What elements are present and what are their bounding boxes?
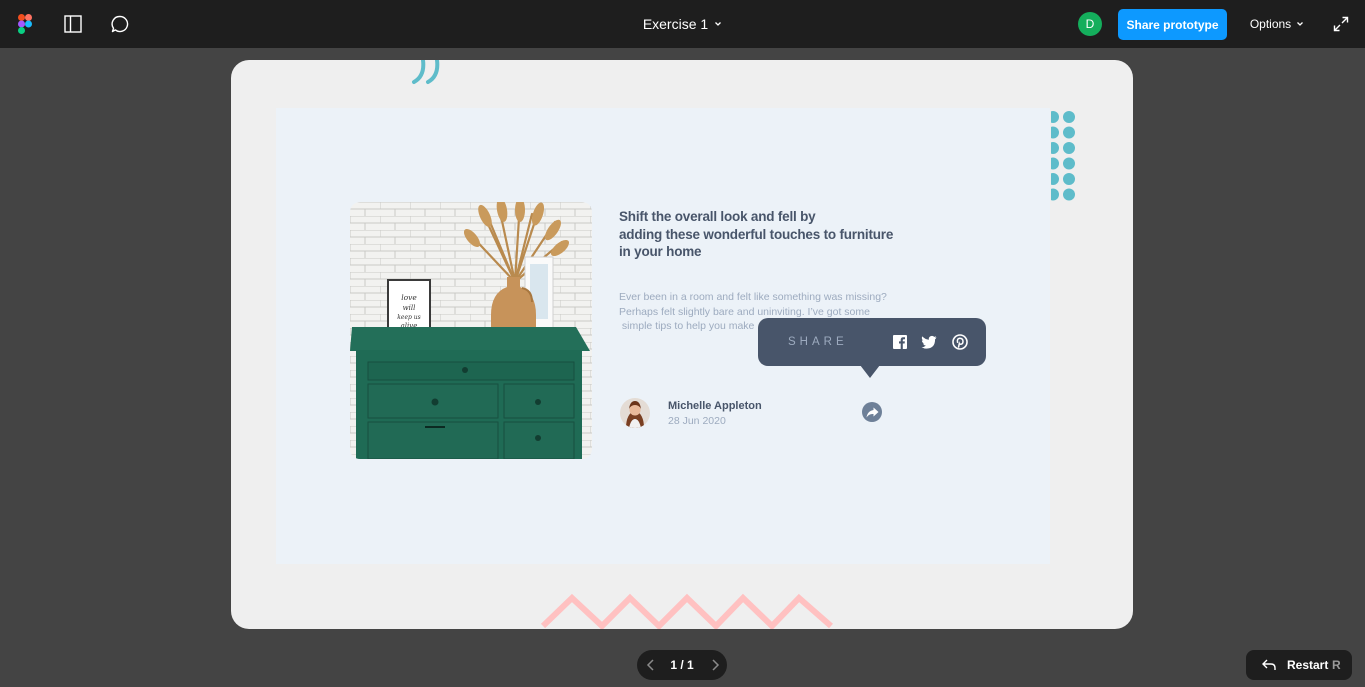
page-indicator: 1 / 1 (670, 658, 694, 672)
options-dropdown[interactable]: Options (1244, 12, 1310, 36)
chevron-left-icon[interactable] (643, 657, 659, 673)
options-label: Options (1249, 17, 1292, 31)
author-name: Michelle Appleton (668, 400, 762, 412)
share-arrow-icon (866, 407, 878, 417)
excerpt-line: Perhaps felt slightly bare and uninvitin… (619, 305, 870, 318)
user-avatar[interactable]: D (1078, 12, 1102, 36)
sidebar-panel-icon[interactable] (64, 15, 82, 33)
quote-marks-decoration (412, 60, 440, 84)
prototype-frame: love will keep us alive Shift the overal… (231, 60, 1133, 629)
headline-line: in your home (619, 244, 702, 259)
svg-text:love: love (401, 293, 417, 302)
chevron-down-icon (1297, 22, 1304, 26)
headline-line: adding these wonderful touches to furnit… (619, 226, 894, 242)
share-label: SHARE (788, 336, 848, 348)
excerpt-line: Ever been in a room and felt like someth… (619, 291, 887, 303)
file-title-dropdown[interactable]: Exercise 1 (600, 12, 765, 36)
chevron-down-icon (715, 22, 722, 26)
facebook-icon[interactable] (892, 334, 908, 350)
article-date: 28 Jun 2020 (668, 415, 726, 427)
svg-text:keep us: keep us (397, 314, 420, 321)
file-title: Exercise 1 (642, 16, 709, 32)
comment-bubble-icon[interactable] (110, 14, 130, 34)
author-avatar (620, 398, 650, 428)
twitter-icon[interactable] (921, 334, 937, 350)
pinterest-icon[interactable] (952, 334, 968, 350)
svg-text:will: will (403, 304, 416, 312)
restart-button[interactable]: Restart R (1246, 650, 1352, 680)
restart-shortcut: R (1332, 658, 1341, 672)
prototype-toolbar: Exercise 1 D Share prototype Options (0, 0, 1365, 48)
restart-arrow-icon (1262, 659, 1276, 670)
zigzag-decoration (541, 593, 833, 629)
headline-line: Shift the overall look and fell by (619, 209, 816, 224)
page-navigator: 1 / 1 (637, 650, 727, 680)
figma-logo-icon[interactable] (18, 14, 32, 34)
share-prototype-button[interactable]: Share prototype (1118, 9, 1227, 40)
dots-pattern-decoration (1051, 111, 1075, 201)
restart-label: Restart (1287, 658, 1329, 672)
share-button[interactable] (862, 402, 882, 422)
tooltip-arrow (860, 365, 880, 378)
share-tooltip: SHARE (758, 318, 986, 378)
drawers-photo: love will keep us alive (350, 202, 592, 459)
article-headline: Shift the overall look and fell by addin… (619, 208, 894, 261)
expand-arrows-icon[interactable] (1333, 16, 1349, 32)
chevron-right-icon[interactable] (707, 657, 723, 673)
